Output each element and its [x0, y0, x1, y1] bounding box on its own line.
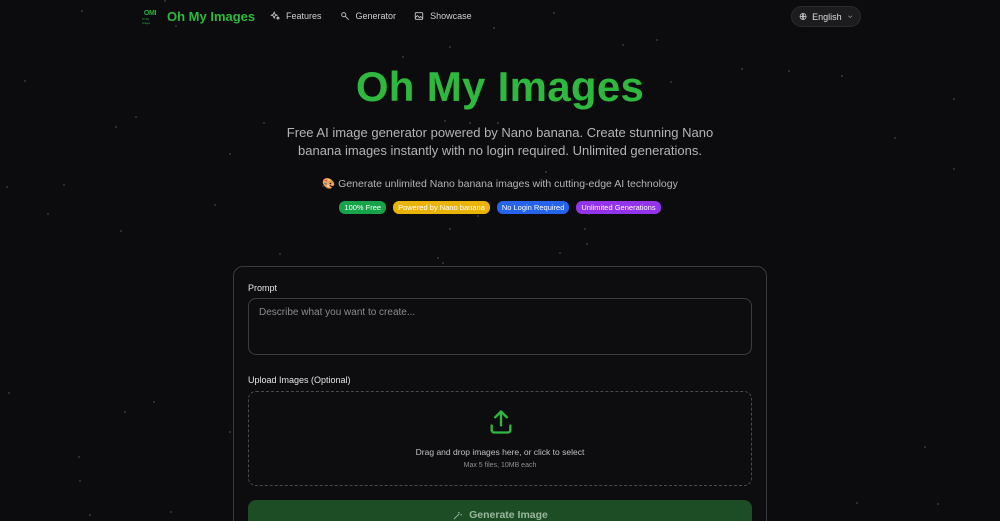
- nav-links: Features Generator Showcase: [270, 11, 472, 21]
- nav-link-label: Showcase: [430, 11, 472, 21]
- logo-mark-icon: OMI Oh My Images: [142, 9, 158, 25]
- upload-icon: [490, 410, 512, 434]
- upload-label: Upload Images (Optional): [248, 375, 351, 385]
- brand-name: Oh My Images: [167, 9, 256, 24]
- star-dot: [559, 252, 561, 254]
- star-dot: [856, 502, 858, 504]
- magic-wand-icon: [453, 511, 462, 519]
- star-dot: [263, 122, 265, 124]
- star-dot: [78, 456, 80, 458]
- chevron-down-icon: [847, 15, 852, 19]
- star-dot: [89, 514, 91, 516]
- star-dot: [437, 257, 439, 259]
- badge-powered-by: Powered by Nano banana: [393, 201, 490, 214]
- logo-mark-text: OMI: [143, 9, 157, 17]
- star-dot: [924, 446, 926, 448]
- star-dot: [586, 243, 588, 245]
- top-navigation: OMI Oh My Images Oh My Images Features G…: [0, 0, 1000, 33]
- nav-link-showcase[interactable]: Showcase: [414, 11, 472, 21]
- badge-free: 100% Free: [339, 201, 387, 214]
- nav-link-features[interactable]: Features: [270, 11, 322, 21]
- generator-card: Prompt Upload Images (Optional) Drag and…: [233, 266, 767, 521]
- star-dot: [124, 411, 126, 413]
- nav-link-label: Features: [286, 11, 322, 21]
- star-dot: [229, 431, 231, 433]
- prompt-input[interactable]: [248, 298, 752, 355]
- image-icon: [414, 12, 424, 20]
- badge-no-login: No Login Required: [496, 201, 570, 214]
- star-dot: [229, 153, 231, 155]
- generate-image-button[interactable]: Generate Image: [248, 500, 752, 521]
- star-dot: [442, 262, 444, 264]
- logo-mark-subtext: Oh My Images: [142, 17, 151, 25]
- nav-link-label: Generator: [355, 11, 397, 21]
- hero-feature-line: 🎨 Generate unlimited Nano banana images …: [0, 177, 1000, 190]
- star-dot: [170, 511, 172, 513]
- globe-icon: [799, 13, 807, 20]
- star-dot: [8, 392, 10, 394]
- hero-feature-text: Generate unlimited Nano banana images wi…: [338, 178, 678, 190]
- upload-limits: Max 5 files, 10MB each: [463, 462, 537, 469]
- star-dot: [953, 168, 955, 170]
- star-dot: [135, 116, 137, 118]
- brand-logo[interactable]: OMI Oh My Images Oh My Images: [142, 9, 256, 25]
- badge-unlimited: Unlimited Generations: [576, 201, 661, 214]
- star-dot: [153, 401, 155, 403]
- feature-badges: 100% Free Powered by Nano banana No Logi…: [0, 201, 1000, 214]
- star-dot: [656, 39, 658, 41]
- sparkles-icon: [270, 11, 280, 21]
- palette-icon: 🎨: [322, 178, 336, 190]
- upload-instructions: Drag and drop images here, or click to s…: [415, 447, 585, 457]
- star-dot: [584, 228, 586, 230]
- generate-button-label: Generate Image: [469, 509, 548, 521]
- star-dot: [120, 230, 122, 232]
- star-dot: [545, 171, 547, 173]
- star-dot: [937, 503, 939, 505]
- prompt-label: Prompt: [248, 283, 278, 293]
- star-dot: [449, 46, 451, 48]
- star-dot: [402, 56, 404, 58]
- star-dot: [79, 480, 81, 482]
- hero-title: Oh My Images: [355, 63, 645, 110]
- language-label: English: [812, 11, 842, 22]
- star-dot: [115, 126, 117, 128]
- star-dot: [894, 137, 896, 139]
- language-selector[interactable]: English: [791, 6, 861, 27]
- star-dot: [279, 253, 281, 255]
- hero-subtitle: Free AI image generator powered by Nano …: [286, 125, 714, 158]
- star-dot: [444, 120, 446, 122]
- star-dot: [477, 215, 479, 217]
- magic-wand-icon: [340, 12, 349, 21]
- star-dot: [622, 44, 624, 46]
- star-dot: [449, 228, 451, 230]
- upload-dropzone[interactable]: Drag and drop images here, or click to s…: [248, 391, 752, 486]
- nav-link-generator[interactable]: Generator: [340, 11, 397, 21]
